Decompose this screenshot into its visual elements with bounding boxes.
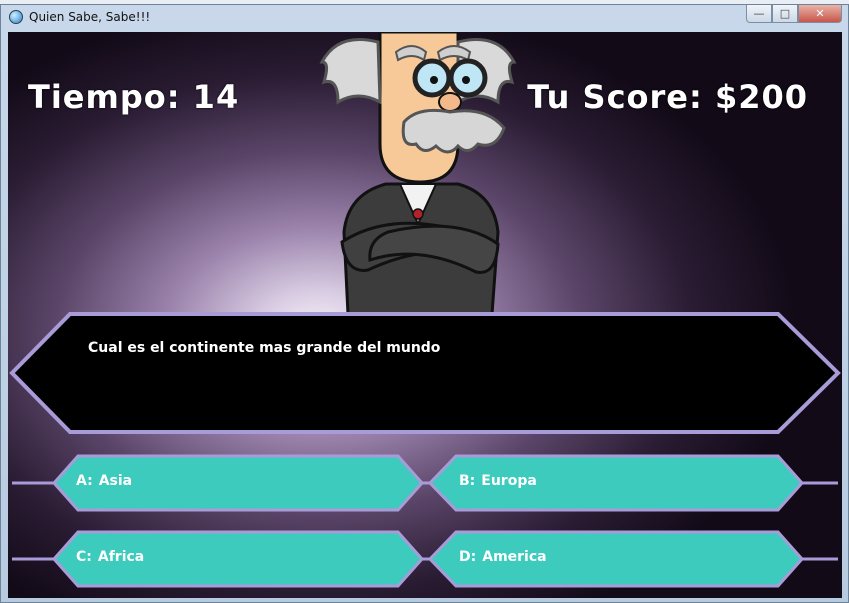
title-bar[interactable]: Quien Sabe, Sabe!!! — □ ✕ (1, 5, 848, 31)
answer-b-shape[interactable] (8, 452, 842, 514)
answers-row-1: A: Asia B: Europa (8, 452, 842, 514)
answer-b-label: B: Europa (459, 473, 537, 489)
professor-character-icon (319, 32, 517, 314)
answer-d-text: America (482, 549, 547, 565)
question-text: Cual es el continente mas grande del mun… (88, 340, 441, 356)
answers-row-2: C: Africa D: America (8, 528, 842, 590)
answer-b-letter: B: (459, 473, 476, 489)
app-globe-icon (9, 10, 23, 24)
question-frame (9, 312, 841, 434)
timer-label: Tiempo: 14 (28, 78, 240, 116)
close-button[interactable]: ✕ (798, 5, 842, 23)
answer-b-text: Europa (481, 473, 537, 489)
score-label: Tu Score: $200 (527, 78, 808, 116)
app-window: Quien Sabe, Sabe!!! — □ ✕ Tiempo: 14 Tu … (0, 4, 849, 603)
answer-d-label: D: America (459, 549, 547, 565)
game-canvas: Tiempo: 14 Tu Score: $200 Cual es el con… (8, 32, 842, 598)
answer-d-letter: D: (459, 549, 477, 565)
question-box: Cual es el continente mas grande del mun… (8, 310, 842, 436)
minimize-button[interactable]: — (746, 5, 772, 23)
answer-d-shape[interactable] (8, 528, 842, 590)
window-title: Quien Sabe, Sabe!!! (29, 10, 151, 24)
window-controls: — □ ✕ (746, 5, 842, 23)
maximize-button[interactable]: □ (772, 5, 798, 23)
